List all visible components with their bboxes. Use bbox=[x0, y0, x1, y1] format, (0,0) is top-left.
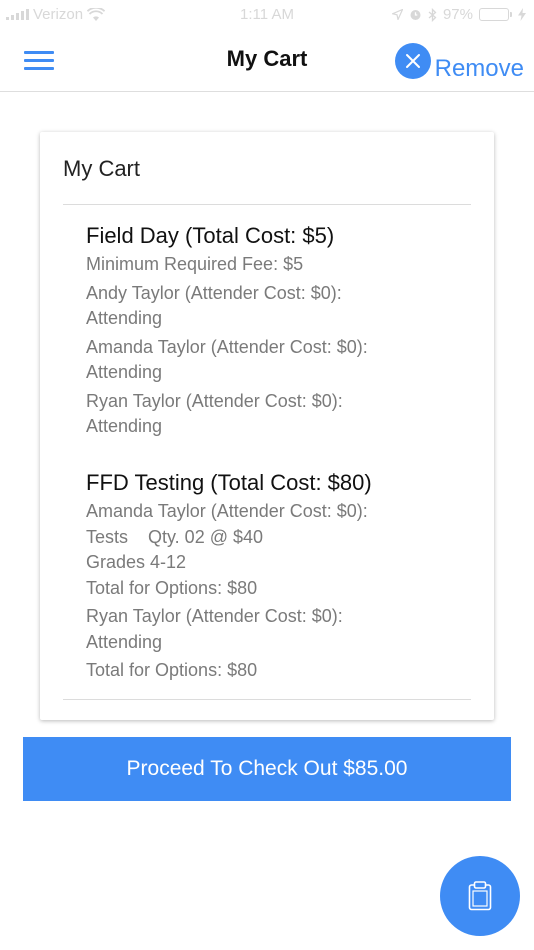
location-arrow-icon bbox=[391, 9, 403, 20]
bluetooth-icon bbox=[428, 7, 437, 22]
option-line: Grades 4-12 bbox=[86, 552, 187, 572]
charging-bolt-icon bbox=[518, 8, 526, 21]
attender-status: Attending bbox=[86, 362, 163, 382]
attender-line: Amanda Taylor (Attender Cost: $0): bbox=[86, 501, 368, 521]
attender-line: Ryan Taylor (Attender Cost: $0): bbox=[86, 606, 343, 626]
cart-title: My Cart bbox=[63, 156, 140, 181]
options-total: Total for Options: $80 bbox=[86, 660, 258, 680]
cart-card: My Cart Field Day (Total Cost: $5) Minim… bbox=[40, 132, 494, 720]
close-icon[interactable] bbox=[394, 43, 431, 79]
clipboard-fab-button[interactable] bbox=[440, 856, 520, 936]
remove-label[interactable]: Remove bbox=[435, 55, 524, 83]
cart-item-ffd-testing: FFD Testing (Total Cost: $80) Amanda Tay… bbox=[86, 469, 466, 684]
event-title: FFD Testing (Total Cost: $80) bbox=[86, 470, 372, 495]
attender-line: Ryan Taylor (Attender Cost: $0): bbox=[86, 390, 343, 411]
battery-percent: 97% bbox=[442, 6, 473, 23]
remove-button[interactable]: Remove bbox=[394, 39, 524, 83]
attender-status: Attending bbox=[86, 308, 163, 328]
attender-line: Amanda Taylor (Attender Cost: $0): bbox=[86, 336, 368, 357]
status-bar: Verizon 1:11 AM 97% bbox=[0, 0, 534, 30]
app-header: My Cart Remove bbox=[0, 30, 534, 92]
event-title: Field Day (Total Cost: $5) bbox=[86, 223, 335, 248]
option-line: Tests Qty. 02 @ $40 bbox=[86, 526, 264, 547]
fee-line: Minimum Required Fee: $5 bbox=[86, 254, 304, 274]
divider-top bbox=[63, 204, 471, 205]
divider-bottom bbox=[63, 699, 471, 700]
checkout-button[interactable]: Proceed To Check Out $85.00 bbox=[23, 737, 511, 801]
attender-status: Attending bbox=[86, 416, 163, 436]
options-total: Total for Options: $80 bbox=[86, 577, 258, 598]
battery-icon bbox=[479, 8, 512, 21]
clipboard-icon bbox=[468, 881, 492, 911]
attender-line: Andy Taylor (Attender Cost: $0): bbox=[86, 282, 342, 303]
alarm-icon bbox=[410, 10, 421, 20]
cart-screen: Verizon 1:11 AM 97% My Cart Remove My Ca… bbox=[0, 0, 534, 950]
status-right: 97% bbox=[391, 6, 526, 23]
cart-item-field-day: Field Day (Total Cost: $5) Minimum Requi… bbox=[86, 222, 466, 440]
attender-status: Attending bbox=[86, 631, 163, 652]
